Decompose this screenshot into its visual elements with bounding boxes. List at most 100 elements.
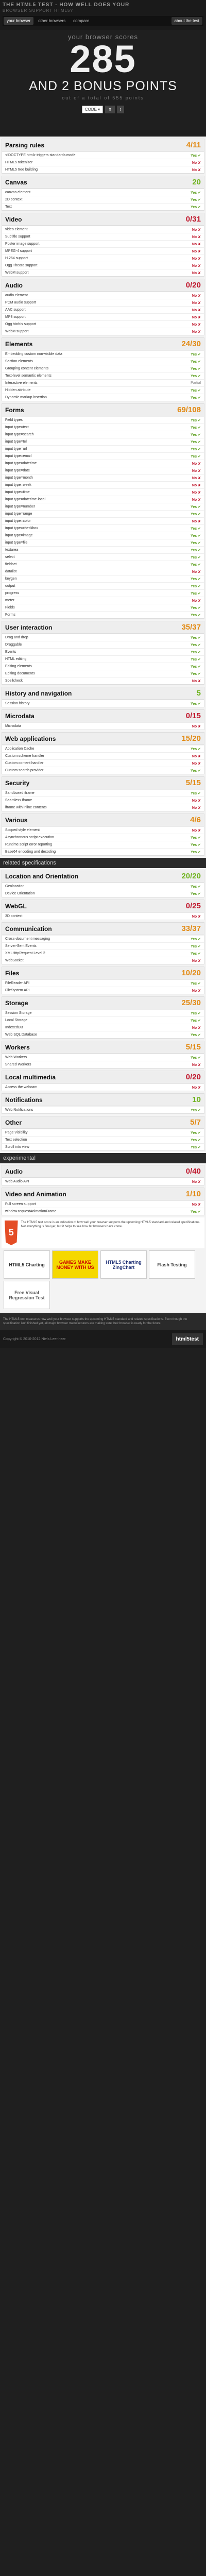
section-header[interactable]: Audio 0/40 bbox=[2, 1165, 204, 1178]
section-name: Location and Orientation bbox=[5, 872, 79, 880]
section-header[interactable]: Notifications 10 bbox=[2, 1094, 204, 1106]
feature-name: WebM support bbox=[5, 330, 29, 333]
feature-row: video element No ✘ bbox=[2, 226, 204, 233]
ad-banner[interactable]: HTML5 Charting bbox=[4, 1250, 50, 1279]
section-header[interactable]: Security 5/15 bbox=[2, 777, 204, 789]
tab-other-browsers[interactable]: other browsers bbox=[35, 17, 68, 25]
section-header[interactable]: Communication 33/37 bbox=[2, 923, 204, 935]
section-header[interactable]: Parsing rules 4/11 bbox=[2, 139, 204, 151]
results-sections: Parsing rules 4/11 <!DOCTYPE html> trigger… bbox=[2, 139, 204, 856]
feature-result: Yes ✔ bbox=[191, 1108, 201, 1112]
feature-result: No ✘ bbox=[192, 168, 201, 172]
feature-result: Yes ✔ bbox=[191, 650, 201, 654]
feature-name: Shared Workers bbox=[5, 1063, 31, 1066]
feature-row: Custom scheme handler No ✘ bbox=[2, 752, 204, 759]
feature-result: No ✘ bbox=[192, 161, 201, 165]
section-header[interactable]: Workers 5/15 bbox=[2, 1041, 204, 1054]
twitter-icon[interactable]: t bbox=[116, 106, 125, 113]
feature-row: Interactive elements Partial bbox=[2, 379, 204, 386]
section-header[interactable]: Microdata 0/15 bbox=[2, 710, 204, 722]
section-header[interactable]: Video and Animation 1/10 bbox=[2, 1188, 204, 1200]
site-logo[interactable]: html5test bbox=[171, 1333, 203, 1345]
about-link[interactable]: about the test bbox=[171, 17, 202, 25]
feature-name: <!DOCTYPE html> triggers standards mode bbox=[5, 154, 76, 157]
feature-row: Field types Yes ✔ bbox=[2, 416, 204, 423]
feature-name: input type=datetime-local bbox=[5, 498, 46, 501]
feature-row: canvas element Yes ✔ bbox=[2, 189, 204, 196]
section-header[interactable]: WebGL 0/25 bbox=[2, 900, 204, 912]
feature-name: Base64 encoding and decoding bbox=[5, 850, 56, 854]
section-header[interactable]: User interaction 35/37 bbox=[2, 621, 204, 634]
feature-name: input type=datetime bbox=[5, 462, 37, 465]
feature-row: IndexedDB No ✘ bbox=[2, 1024, 204, 1031]
ad-banner[interactable]: Flash Testing bbox=[149, 1250, 195, 1279]
feature-row: input type=range Yes ✔ bbox=[2, 510, 204, 517]
section-header[interactable]: Audio 0/20 bbox=[2, 279, 204, 292]
feature-result: Yes ✔ bbox=[191, 360, 201, 364]
feature-result: Yes ✔ bbox=[191, 591, 201, 596]
feature-row: Hidden attribute Yes ✔ bbox=[2, 386, 204, 394]
feature-name: Custom search provider bbox=[5, 769, 44, 772]
section-header[interactable]: Storage 25/30 bbox=[2, 997, 204, 1009]
feature-name: H.264 support bbox=[5, 257, 28, 260]
feature-result: No ✘ bbox=[192, 257, 201, 261]
feature-name: Geolocation bbox=[5, 885, 25, 888]
ad-banner[interactable]: Free Visual Regression Test bbox=[4, 1281, 50, 1309]
section-header[interactable]: History and navigation 5 bbox=[2, 687, 204, 700]
feature-result: No ✘ bbox=[192, 761, 201, 766]
feature-section: Canvas 20 canvas element Yes ✔ 2D context Yes… bbox=[2, 176, 204, 211]
intro-text: The HTML5 test score is an indication of… bbox=[21, 1221, 200, 1229]
feature-result: Yes ✔ bbox=[191, 512, 201, 516]
feature-result: Yes ✔ bbox=[191, 584, 201, 588]
ad-banner[interactable]: GAMES MAKE MONEY WITH US bbox=[52, 1250, 98, 1279]
feature-section: Security 5/15 Sandboxed iframe Yes ✔ Seamles… bbox=[2, 776, 204, 811]
feature-name: Hidden attribute bbox=[5, 388, 31, 392]
feature-row: input type=number Yes ✔ bbox=[2, 503, 204, 510]
feature-result: Yes ✔ bbox=[191, 672, 201, 676]
section-header[interactable]: Web applications 15/20 bbox=[2, 733, 204, 745]
feature-name: Field types bbox=[5, 418, 23, 422]
tab-compare[interactable]: compare bbox=[70, 17, 92, 25]
feature-row: Asynchronous script execution Yes ✔ bbox=[2, 834, 204, 841]
feature-row: Page Visibility Yes ✔ bbox=[2, 1129, 204, 1136]
feature-name: keygen bbox=[5, 577, 17, 581]
section-name: History and navigation bbox=[5, 689, 72, 697]
feature-result: No ✘ bbox=[192, 469, 201, 473]
feature-row: Ogg Vorbis support No ✘ bbox=[2, 320, 204, 328]
section-header[interactable]: Elements 24/30 bbox=[2, 338, 204, 350]
feature-name: Editing documents bbox=[5, 672, 35, 675]
section-header[interactable]: Other 5/7 bbox=[2, 1116, 204, 1129]
feature-result: Yes ✔ bbox=[191, 1145, 201, 1149]
section-header[interactable]: Various 4/6 bbox=[2, 814, 204, 826]
section-header[interactable]: Location and Orientation 20/20 bbox=[2, 870, 204, 883]
feature-name: input type=search bbox=[5, 433, 34, 436]
section-header[interactable]: Local multimedia 0/20 bbox=[2, 1071, 204, 1083]
section-header[interactable]: Files 10/20 bbox=[2, 967, 204, 979]
section-name: Notifications bbox=[5, 1096, 43, 1104]
feature-row: Server-Sent Events Yes ✔ bbox=[2, 942, 204, 950]
feature-name: textarea bbox=[5, 548, 19, 552]
feature-result: No ✘ bbox=[192, 235, 201, 239]
feature-result: No ✘ bbox=[192, 799, 201, 803]
feature-result: Yes ✔ bbox=[191, 154, 201, 158]
section-header[interactable]: Canvas 20 bbox=[2, 176, 204, 189]
feature-row: Subtitle support No ✘ bbox=[2, 233, 204, 240]
feature-section: Location and Orientation 20/20 Geolocation… bbox=[2, 870, 204, 897]
feature-result: Yes ✔ bbox=[191, 850, 201, 854]
feature-row: PCM audio support No ✘ bbox=[2, 299, 204, 306]
feature-row: Draggable Yes ✔ bbox=[2, 641, 204, 648]
feature-row: Web Notifications Yes ✔ bbox=[2, 1106, 204, 1113]
feature-result: No ✘ bbox=[192, 308, 201, 312]
feature-result: No ✘ bbox=[192, 599, 201, 603]
section-header[interactable]: Video 0/31 bbox=[2, 213, 204, 226]
feature-result: No ✘ bbox=[192, 249, 201, 253]
feature-result: Yes ✔ bbox=[191, 388, 201, 393]
share-icon[interactable]: ⬆ bbox=[105, 106, 115, 113]
code-dropdown[interactable]: CODE ▾ bbox=[81, 106, 104, 113]
section-header[interactable]: Forms 69/108 bbox=[2, 404, 204, 416]
tab-your-browser[interactable]: your browser bbox=[4, 17, 34, 25]
ad-banner[interactable]: HTML5 Charting ZingChart bbox=[100, 1250, 147, 1279]
feature-row: Text selection Yes ✔ bbox=[2, 1136, 204, 1143]
feature-name: HTML editing bbox=[5, 657, 27, 661]
feature-result: No ✘ bbox=[192, 679, 201, 683]
